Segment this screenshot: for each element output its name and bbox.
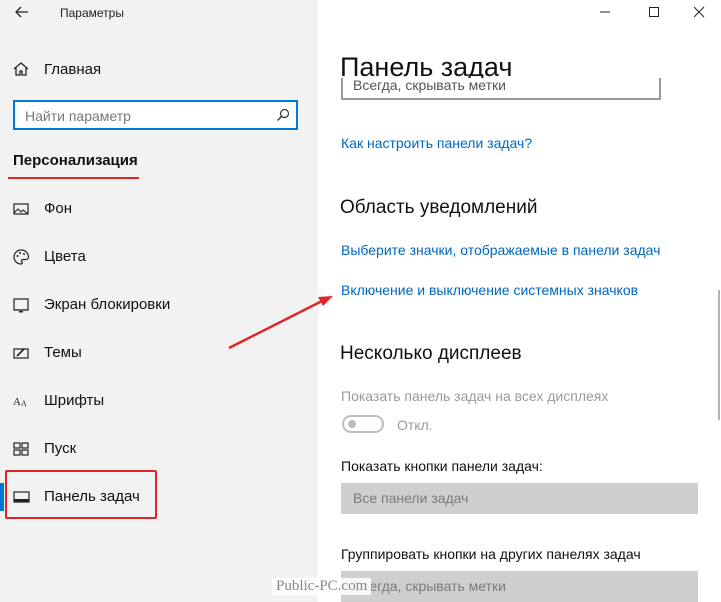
sidebar-item-label: Фон (44, 200, 73, 217)
picture-icon (12, 200, 30, 218)
sidebar-item-lock-screen[interactable]: Экран блокировки (0, 288, 318, 322)
select-icons-link[interactable]: Выберите значки, отображаемые в панели з… (341, 242, 660, 258)
palette-icon (12, 248, 30, 266)
toggle-state-label: Откл. (397, 417, 433, 433)
sidebar-item-label: Экран блокировки (44, 296, 171, 313)
lock-screen-icon (12, 296, 30, 314)
sidebar-item-label: Главная (44, 61, 102, 78)
sidebar-item-label: Пуск (44, 440, 77, 457)
notification-area-heading: Область уведомлений (340, 197, 538, 218)
watermark: Public-PC.com (272, 578, 372, 595)
sidebar: Параметры Главная Персонализация Фон Цве… (0, 0, 318, 602)
sidebar-item-colors[interactable]: Цвета (0, 240, 318, 274)
search-box[interactable] (13, 100, 298, 130)
sidebar-item-start[interactable]: Пуск (0, 432, 318, 466)
home-icon (12, 60, 30, 78)
sidebar-item-label: Шрифты (44, 392, 105, 409)
group-buttons-dropdown[interactable]: Всегда, скрывать метки (341, 571, 698, 602)
show-buttons-label: Показать кнопки панели задач: (341, 458, 543, 474)
show-on-all-displays-toggle[interactable] (342, 415, 384, 433)
dropdown-value: Всегда, скрывать метки (353, 78, 506, 93)
theme-brush-icon (12, 344, 30, 362)
main-content: Панель задач Всегда, скрывать метки Как … (318, 0, 721, 602)
app-title: Параметры (60, 6, 124, 20)
maximize-icon[interactable] (643, 2, 665, 24)
close-icon[interactable] (688, 2, 710, 24)
sidebar-item-themes[interactable]: Темы (0, 336, 318, 370)
selection-indicator (0, 483, 4, 511)
search-icon[interactable] (276, 108, 290, 122)
toggle-knob (348, 420, 356, 428)
svg-text:A: A (13, 396, 21, 408)
annotation-underline (8, 177, 139, 179)
svg-text:A: A (21, 399, 27, 408)
show-on-all-displays-label: Показать панель задач на всех дисплеях (341, 388, 609, 404)
section-heading: Персонализация (13, 152, 138, 169)
top-dropdown-partial[interactable]: Всегда, скрывать метки (341, 78, 671, 102)
annotation-highlight-box (5, 470, 157, 519)
font-icon: AA (12, 392, 30, 410)
sidebar-item-fonts[interactable]: AA Шрифты (0, 384, 318, 418)
sidebar-item-background[interactable]: Фон (0, 192, 318, 226)
sidebar-item-label: Цвета (44, 248, 86, 265)
minimize-icon[interactable] (594, 2, 616, 24)
scrollbar[interactable] (718, 290, 720, 420)
group-buttons-label: Группировать кнопки на других панелях за… (341, 546, 641, 562)
show-buttons-dropdown[interactable]: Все панели задач (341, 483, 698, 514)
system-icons-link[interactable]: Включение и выключение системных значков (341, 282, 638, 298)
dropdown-value: Все панели задач (353, 490, 469, 506)
combine-buttons-dropdown[interactable]: Всегда, скрывать метки (341, 78, 661, 100)
how-to-customize-link[interactable]: Как настроить панели задач? (341, 135, 532, 151)
search-input[interactable] (25, 106, 265, 126)
start-grid-icon (12, 440, 30, 458)
multiple-displays-heading: Несколько дисплеев (340, 343, 522, 364)
sidebar-item-home[interactable]: Главная (0, 56, 318, 84)
dropdown-value: Всегда, скрывать метки (353, 578, 506, 594)
sidebar-item-label: Темы (44, 344, 82, 361)
back-arrow-icon[interactable] (12, 4, 32, 24)
